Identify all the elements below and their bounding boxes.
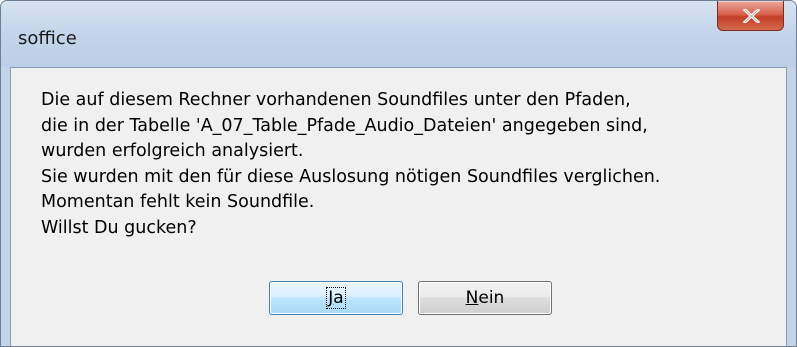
yes-label-rest: a: [333, 288, 344, 308]
message-line: wurden erfolgreich analysiert.: [41, 141, 304, 161]
title-bar[interactable]: soffice: [1, 1, 796, 67]
message-line: die in der Tabelle 'A_07_Table_Pfade_Aud…: [41, 115, 648, 136]
close-button[interactable]: [717, 1, 784, 31]
yes-button-label: Ja: [326, 287, 346, 309]
message-line: Sie wurden mit den für diese Auslosung n…: [41, 166, 661, 187]
message-line: Momentan fehlt kein Soundfile.: [41, 192, 315, 212]
window-title: soffice: [18, 28, 77, 49]
yes-button[interactable]: Ja: [269, 281, 403, 315]
message-text: Die auf diesem Rechner vorhandenen Sound…: [41, 88, 781, 241]
no-button[interactable]: Nein: [418, 281, 552, 315]
message-line: Willst Du gucken?: [41, 217, 197, 238]
no-mnemonic: N: [465, 288, 479, 308]
no-button-label: Nein: [466, 288, 505, 308]
no-label-rest: ein: [478, 288, 505, 308]
message-line: Die auf diesem Rechner vorhandenen Sound…: [41, 90, 631, 110]
dialog-window: soffice Die auf diesem Rechner vorhanden…: [0, 0, 797, 347]
close-x-icon: [743, 9, 760, 23]
dialog-content: Die auf diesem Rechner vorhandenen Sound…: [10, 67, 787, 346]
frame-right-border: [787, 67, 796, 346]
frame-left-border: [1, 67, 10, 346]
